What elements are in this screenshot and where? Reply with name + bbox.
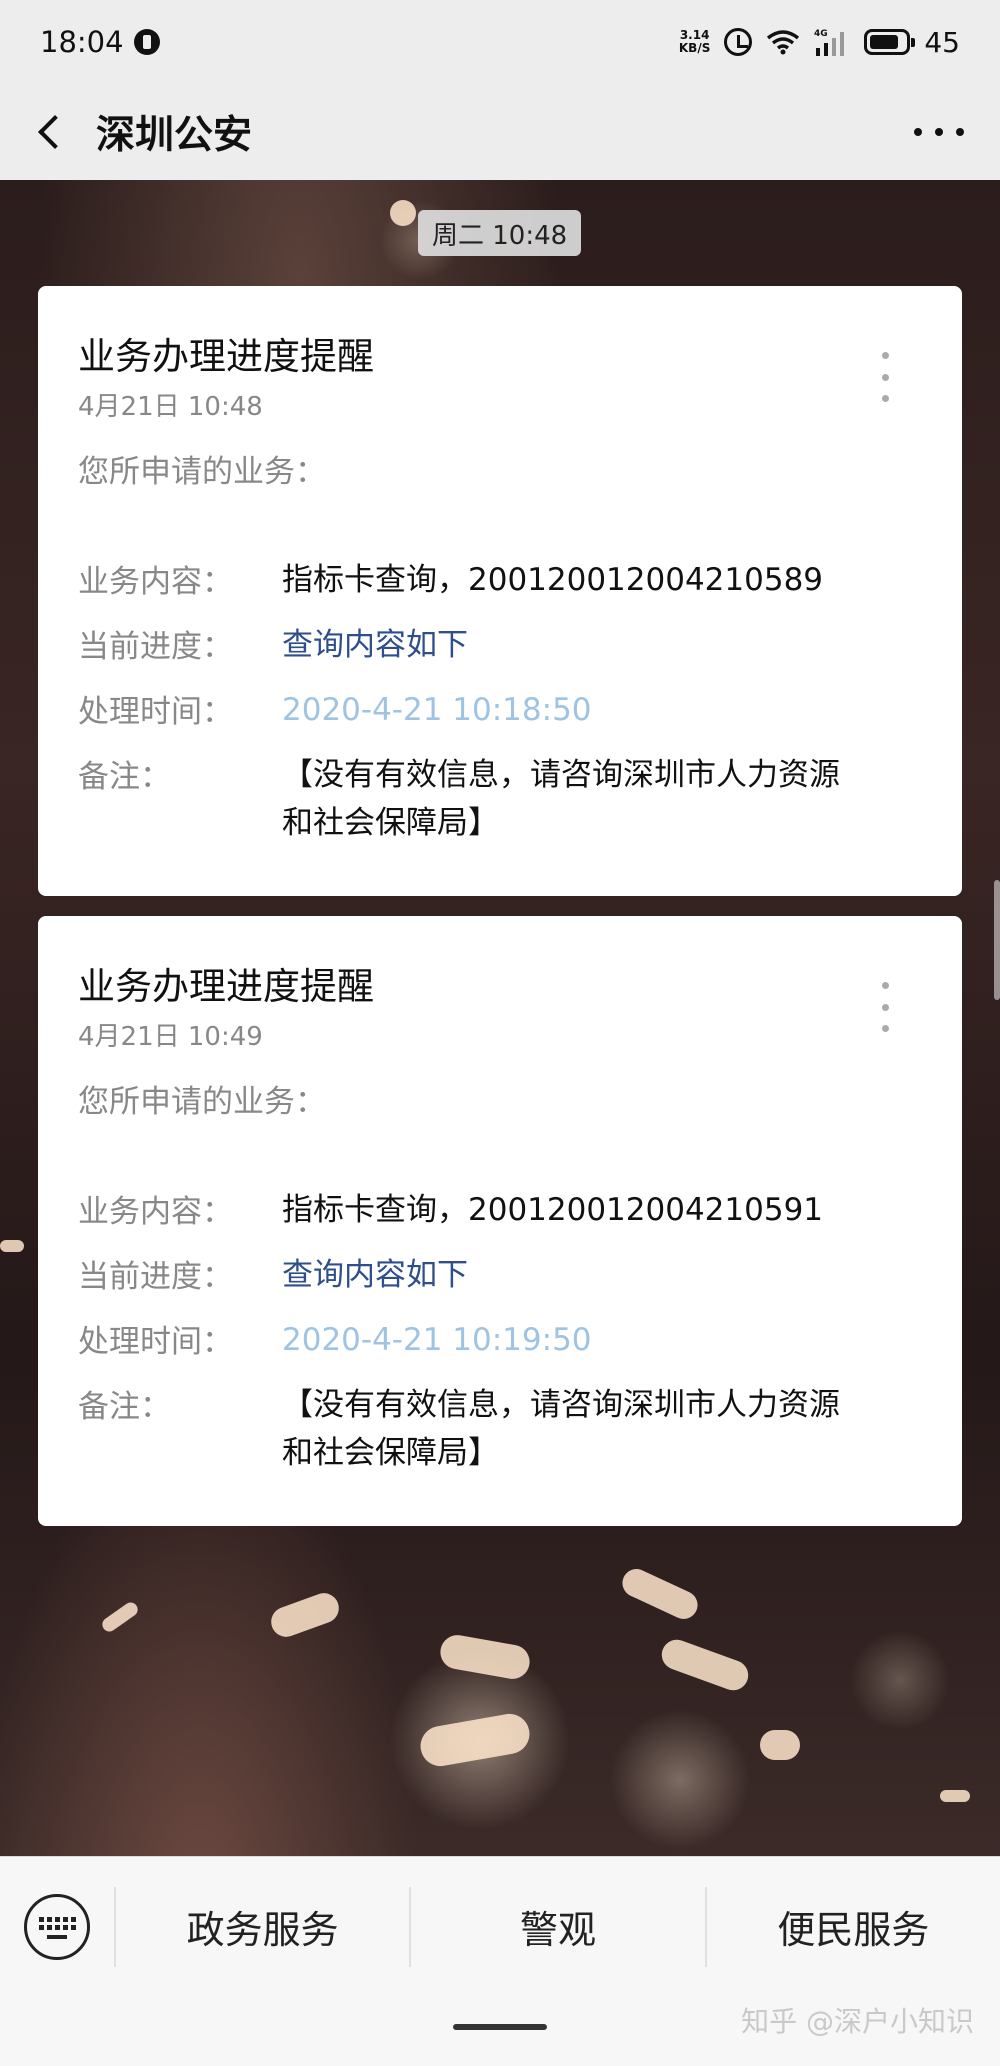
chevron-left-icon xyxy=(38,115,72,149)
process-time-value: 2020-4-21 10:19:50 xyxy=(282,1322,592,1358)
row-label: 备注： xyxy=(78,1389,171,1425)
progress-row: 当前进度： 查询内容如下 xyxy=(78,621,958,669)
network-type-label: 4G xyxy=(814,29,828,39)
more-dot-icon xyxy=(935,128,943,136)
status-time: 18:04 xyxy=(40,25,124,59)
background-sparkle xyxy=(617,1564,703,1624)
status-bar: 18:04 3.14 KB/S 4G 45 xyxy=(0,0,1000,84)
more-dot-icon xyxy=(881,352,889,359)
signal-icon: 4G xyxy=(814,28,850,56)
network-speed: 3.14 KB/S xyxy=(679,29,710,55)
battery-level: 45 xyxy=(924,25,960,59)
process-time-row: 处理时间： 2020-4-21 10:19:50 xyxy=(78,1316,958,1364)
more-button[interactable] xyxy=(904,110,974,154)
keyboard-icon xyxy=(24,1893,90,1960)
scrollbar[interactable] xyxy=(994,880,1000,1000)
message-card[interactable]: 业务办理进度提醒 4月21日 10:48 您所申请的业务： 业务内容： 指标卡查… xyxy=(38,286,962,896)
background-sparkle xyxy=(940,1790,970,1802)
more-dot-icon xyxy=(881,395,889,402)
card-menu-button[interactable] xyxy=(878,352,892,402)
gesture-area: 知乎 @深户小知识 xyxy=(0,1996,1000,2066)
row-label: 业务内容： xyxy=(78,1194,233,1230)
background-sparkle xyxy=(266,1588,344,1642)
status-left: 18:04 xyxy=(40,25,160,59)
business-content-row: 业务内容： 指标卡查询，200120012004210591 xyxy=(78,1186,958,1234)
more-dot-icon xyxy=(881,1003,889,1011)
alarm-icon xyxy=(724,28,753,56)
page-title: 深圳公安 xyxy=(96,113,253,158)
notification-icon xyxy=(133,29,160,55)
card-menu-button[interactable] xyxy=(878,982,892,1032)
remark-value: 【没有有效信息，请咨询深圳市人力资源 和社会保障局】 xyxy=(282,751,840,847)
more-dot-icon xyxy=(914,128,922,136)
row-label: 当前进度： xyxy=(78,1259,233,1295)
watermark: 知乎 @深户小知识 xyxy=(741,2005,974,2038)
background-sparkle xyxy=(390,200,416,226)
background-sparkle xyxy=(657,1635,753,1695)
wifi-icon xyxy=(766,29,800,55)
battery-icon xyxy=(864,29,916,55)
background-sparkle xyxy=(437,1632,533,1682)
back-button[interactable] xyxy=(0,84,96,180)
remark-line: 和社会保障局】 xyxy=(282,1435,499,1471)
row-label: 业务内容： xyxy=(78,564,233,600)
process-time-value: 2020-4-21 10:18:50 xyxy=(282,692,592,728)
keyboard-toggle-button[interactable] xyxy=(0,1857,114,1997)
remark-line: 和社会保障局】 xyxy=(282,805,499,841)
title-bar: 深圳公安 xyxy=(0,84,1000,180)
bottom-menu: 政务服务 警观 便民服务 xyxy=(0,1856,1000,1996)
remark-line: 【没有有效信息，请咨询深圳市人力资源 xyxy=(282,1387,840,1423)
more-dot-icon xyxy=(881,373,889,381)
row-label: 处理时间： xyxy=(78,694,233,730)
remark-line: 【没有有效信息，请咨询深圳市人力资源 xyxy=(282,757,840,793)
progress-link[interactable]: 查询内容如下 xyxy=(282,1251,468,1299)
row-label: 当前进度： xyxy=(78,629,233,665)
row-label: 处理时间： xyxy=(78,1324,233,1360)
remark-row: 备注： 【没有有效信息，请咨询深圳市人力资源 和社会保障局】 xyxy=(78,751,958,847)
process-time-row: 处理时间： 2020-4-21 10:18:50 xyxy=(78,686,958,734)
background-sparkle xyxy=(99,1599,141,1635)
background-sparkle xyxy=(417,1710,533,1770)
background-sparkle xyxy=(760,1730,800,1760)
menu-item-public-services[interactable]: 便民服务 xyxy=(704,1886,1000,1967)
menu-item-gov-services[interactable]: 政务服务 xyxy=(114,1886,409,1967)
message-timestamp: 周二 10:48 xyxy=(418,210,582,256)
card-title: 业务办理进度提醒 xyxy=(78,965,374,1008)
status-right: 3.14 KB/S 4G 45 xyxy=(679,26,960,59)
background-sparkle xyxy=(0,1240,24,1252)
business-content-row: 业务内容： 指标卡查询，200120012004210589 xyxy=(78,556,958,604)
remark-value: 【没有有效信息，请咨询深圳市人力资源 和社会保障局】 xyxy=(282,1381,840,1477)
remark-row: 备注： 【没有有效信息，请咨询深圳市人力资源 和社会保障局】 xyxy=(78,1381,958,1477)
row-value: 指标卡查询，200120012004210591 xyxy=(282,1192,824,1228)
row-label: 备注： xyxy=(78,759,171,795)
menu-item-police-view[interactable]: 警观 xyxy=(409,1886,704,1967)
card-date: 4月21日 10:49 xyxy=(78,1022,263,1052)
message-card[interactable]: 业务办理进度提醒 4月21日 10:49 您所申请的业务： 业务内容： 指标卡查… xyxy=(38,916,962,1526)
more-dot-icon xyxy=(881,982,889,989)
row-value: 指标卡查询，200120012004210589 xyxy=(282,562,824,598)
card-date: 4月21日 10:48 xyxy=(78,392,263,422)
home-gesture-bar[interactable] xyxy=(453,2024,547,2030)
card-intro: 您所申请的业务： xyxy=(78,1084,326,1120)
chat-area[interactable]: 周二 10:48 业务办理进度提醒 4月21日 10:48 您所申请的业务： 业… xyxy=(0,180,1000,1856)
more-dot-icon xyxy=(956,128,964,136)
card-intro: 您所申请的业务： xyxy=(78,454,326,490)
more-dot-icon xyxy=(881,1025,889,1032)
progress-row: 当前进度： 查询内容如下 xyxy=(78,1251,958,1299)
network-speed-unit: KB/S xyxy=(678,41,711,55)
card-title: 业务办理进度提醒 xyxy=(78,335,374,378)
progress-link[interactable]: 查询内容如下 xyxy=(282,621,468,669)
